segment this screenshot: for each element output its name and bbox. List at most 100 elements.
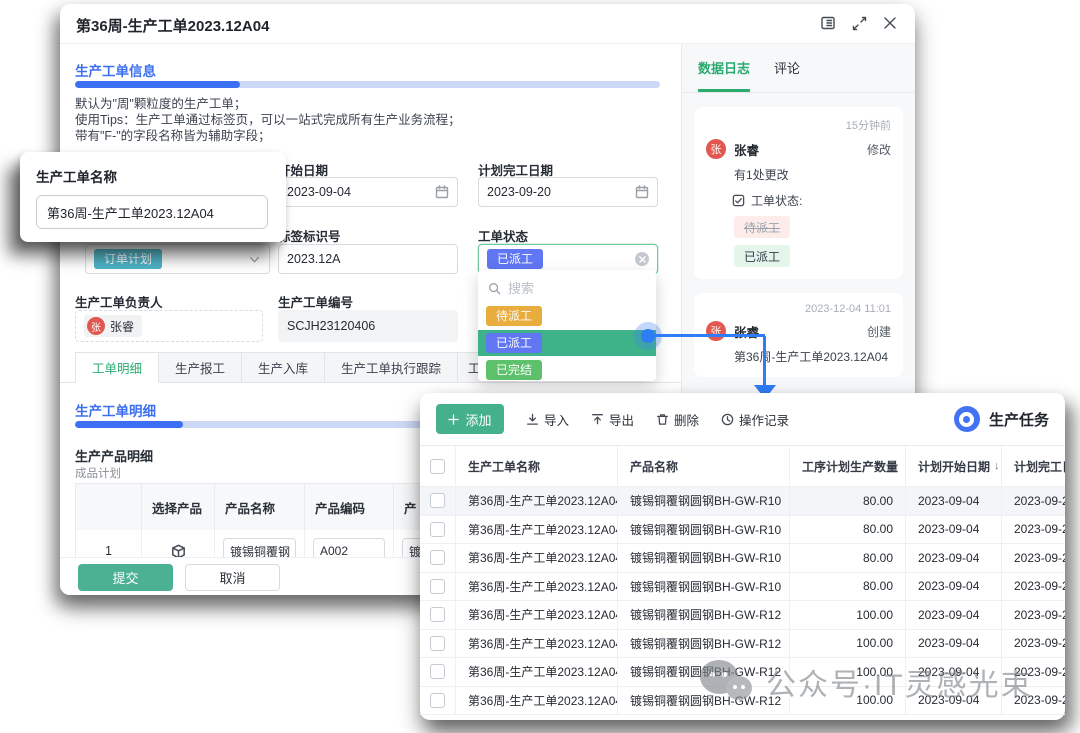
- cell-end: 2023-09-20: [1002, 544, 1065, 572]
- connector-line: [655, 334, 765, 337]
- table-row[interactable]: 第36周-生产工单2023.12A04 镀锡铜覆钢圆钢BH-GW-R10 80.…: [420, 573, 1065, 602]
- sort-desc-icon[interactable]: ↓: [994, 460, 1000, 472]
- detail-tabs: 工单明细 生产报工 生产入库 生产工单执行跟踪 工序任: [75, 352, 516, 383]
- production-task-card: 添加 导入 导出 删除 操作记录 生产任务: [420, 393, 1065, 720]
- work-order-name-popup: 生产工单名称: [20, 152, 286, 242]
- task-toolbar: 添加 导入 导出 删除 操作记录 生产任务: [420, 403, 1065, 435]
- cell-qty: 100.00: [790, 687, 906, 715]
- calendar-icon: [635, 185, 649, 199]
- cell-end: 2023-09-20: [1002, 658, 1065, 686]
- cell-end: 2023-09-20: [1002, 487, 1065, 515]
- detail-progress-bar: [75, 421, 425, 428]
- delete-button[interactable]: 删除: [656, 410, 699, 429]
- cell-name: 第36周-生产工单2023.12A04: [456, 687, 618, 715]
- row-checkbox[interactable]: [430, 522, 445, 537]
- history-button[interactable]: 操作记录: [721, 410, 789, 429]
- connector-line: [763, 336, 766, 385]
- start-date-field[interactable]: 2023-09-04: [278, 177, 458, 207]
- log-old-value: 待派工: [734, 216, 790, 238]
- row-checkbox[interactable]: [430, 493, 445, 508]
- work-order-name-input[interactable]: [36, 195, 268, 229]
- tab-production-report[interactable]: 生产报工: [159, 352, 242, 383]
- doc-panel-icon[interactable]: [820, 15, 836, 31]
- close-icon[interactable]: [883, 16, 897, 30]
- log-detail: 第36周-生产工单2023.12A04: [734, 348, 891, 365]
- table-row[interactable]: 第36周-生产工单2023.12A04 镀锡铜覆钢圆钢BH-GW-R10 80.…: [420, 544, 1065, 573]
- log-summary: 有1处更改: [734, 166, 891, 183]
- log-time: 2023-12-04 11:01: [706, 303, 891, 315]
- cell-start: 2023-09-04: [906, 601, 1002, 629]
- product-detail-subtitle: 成品计划: [75, 465, 121, 481]
- row-checkbox[interactable]: [430, 550, 445, 565]
- avatar: 张: [706, 139, 726, 159]
- status-option-pending[interactable]: 待派工: [478, 303, 656, 329]
- search-icon: [488, 282, 501, 295]
- log-user: 张睿: [734, 140, 859, 159]
- table-row[interactable]: 第36周-生产工单2023.12A04 镀锡铜覆钢圆钢BH-GW-R12 100…: [420, 658, 1065, 687]
- log-action: 修改: [867, 141, 891, 158]
- cell-name: 第36周-生产工单2023.12A04: [456, 516, 618, 544]
- cell-qty: 80.00: [790, 544, 906, 572]
- cell-name: 第36周-生产工单2023.12A04: [456, 601, 618, 629]
- cell-end: 2023-09-20: [1002, 601, 1065, 629]
- clear-icon[interactable]: [635, 252, 649, 266]
- section-title-detail: 生产工单明细: [75, 400, 156, 420]
- import-button[interactable]: 导入: [526, 410, 569, 429]
- tab-execution-tracking[interactable]: 生产工单执行跟踪: [325, 352, 458, 383]
- cell-name: 第36周-生产工单2023.12A04: [456, 573, 618, 601]
- cell-product: 镀锡铜覆钢圆钢BH-GW-R10: [618, 516, 790, 544]
- row-checkbox[interactable]: [430, 607, 445, 622]
- clock-icon: [721, 413, 734, 426]
- label-owner: 生产工单负责人: [75, 292, 163, 311]
- collapse-icon[interactable]: [852, 16, 867, 31]
- task-table-header: 生产工单名称 产品名称 工序计划生产数量 计划开始日期 ↓ 计划完工日期: [420, 445, 1065, 487]
- table-row[interactable]: 第36周-生产工单2023.12A04 镀锡铜覆钢圆钢BH-GW-R12 100…: [420, 630, 1065, 659]
- finish-date-field[interactable]: 2023-09-20: [478, 177, 658, 207]
- cell-name: 第36周-生产工单2023.12A04: [456, 630, 618, 658]
- dialog-title: 第36周-生产工单2023.12A04: [76, 15, 269, 36]
- section-title-info: 生产工单信息: [75, 60, 156, 80]
- tab-work-order-detail[interactable]: 工单明细: [75, 352, 159, 383]
- cell-start: 2023-09-04: [906, 658, 1002, 686]
- status-tag: 已派工: [487, 249, 543, 269]
- field-change-icon: [732, 194, 745, 207]
- row-checkbox[interactable]: [430, 693, 445, 708]
- task-table-body: 第36周-生产工单2023.12A04 镀锡铜覆钢圆钢BH-GW-R10 80.…: [420, 487, 1065, 715]
- avatar: 张: [706, 321, 726, 341]
- log-time: 15分钟前: [706, 117, 891, 133]
- owner-field[interactable]: 张 张睿: [75, 310, 263, 342]
- tab-comments[interactable]: 评论: [774, 58, 800, 92]
- cancel-button[interactable]: 取消: [185, 564, 280, 591]
- row-checkbox[interactable]: [430, 664, 445, 679]
- table-row[interactable]: 第36周-生产工单2023.12A04 镀锡铜覆钢圆钢BH-GW-R12 100…: [420, 687, 1065, 716]
- dropdown-search-input[interactable]: [508, 281, 628, 296]
- cell-qty: 80.00: [790, 487, 906, 515]
- table-row[interactable]: 第36周-生产工单2023.12A04 镀锡铜覆钢圆钢BH-GW-R10 80.…: [420, 487, 1065, 516]
- tab-data-log[interactable]: 数据日志: [698, 58, 750, 92]
- select-all-checkbox[interactable]: [430, 459, 445, 474]
- label-tag-id: 标签标识号: [278, 226, 341, 245]
- table-row[interactable]: 第36周-生产工单2023.12A04 镀锡铜覆钢圆钢BH-GW-R10 80.…: [420, 516, 1065, 545]
- log-action: 创建: [867, 323, 891, 340]
- status-option-assigned[interactable]: 已派工: [478, 330, 656, 356]
- row-checkbox[interactable]: [430, 636, 445, 651]
- table-row[interactable]: 第36周-生产工单2023.12A04 镀锡铜覆钢圆钢BH-GW-R12 100…: [420, 601, 1065, 630]
- order-type-select[interactable]: 订单计划: [85, 244, 270, 274]
- status-dropdown: 待派工 已派工 已完结: [478, 270, 656, 381]
- plus-icon: [448, 414, 459, 425]
- cell-qty: 80.00: [790, 516, 906, 544]
- add-button[interactable]: 添加: [436, 404, 504, 434]
- submit-button[interactable]: 提交: [78, 564, 173, 591]
- cell-start: 2023-09-04: [906, 516, 1002, 544]
- row-checkbox[interactable]: [430, 579, 445, 594]
- dialog-header: 第36周-生产工单2023.12A04: [60, 4, 915, 44]
- log-user: 张睿: [734, 322, 859, 341]
- task-table: 生产工单名称 产品名称 工序计划生产数量 计划开始日期 ↓ 计划完工日期 第36…: [420, 445, 1065, 715]
- dropdown-search[interactable]: [478, 274, 656, 302]
- tab-production-inbound[interactable]: 生产入库: [242, 352, 325, 383]
- status-option-finished[interactable]: 已完结: [478, 357, 656, 383]
- order-type-tag: 订单计划: [94, 249, 162, 269]
- tag-id-field[interactable]: 2023.12A: [278, 244, 458, 274]
- export-button[interactable]: 导出: [591, 410, 634, 429]
- cell-end: 2023-09-20: [1002, 630, 1065, 658]
